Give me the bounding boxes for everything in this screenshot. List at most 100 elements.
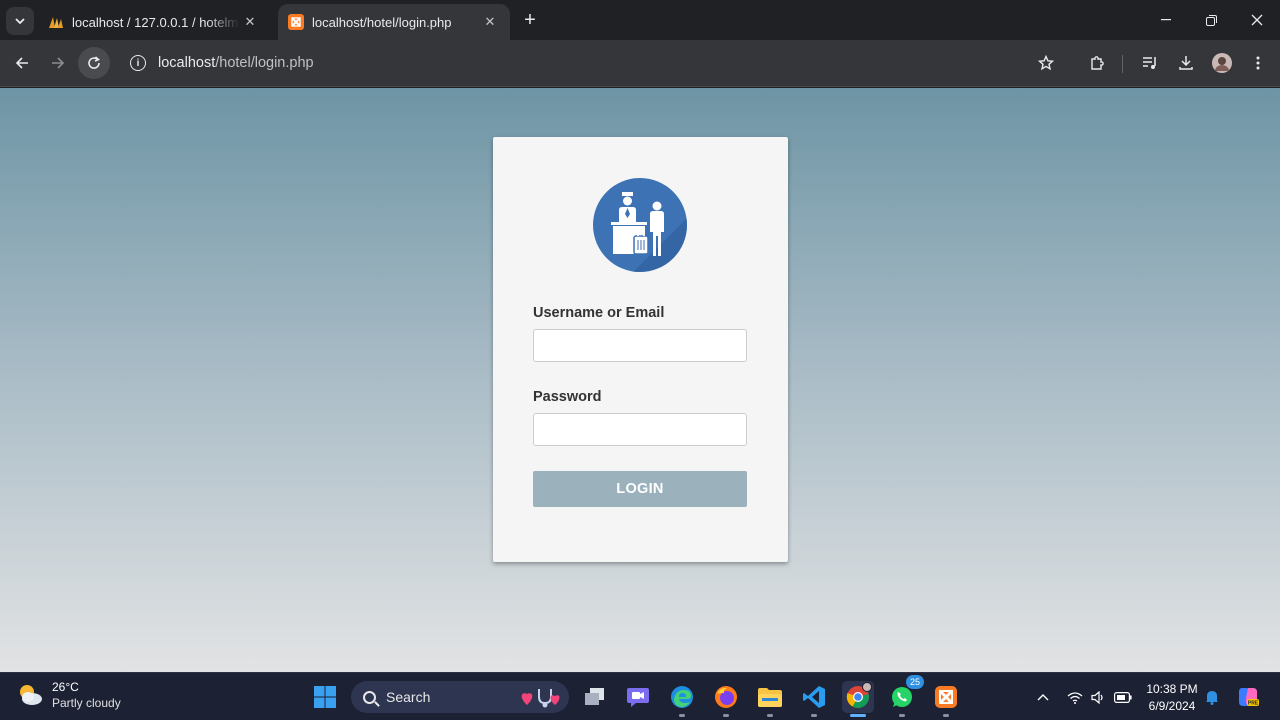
- back-button[interactable]: [6, 47, 38, 79]
- more-vertical-icon: [1256, 56, 1260, 70]
- url-path: /hotel/login.php: [215, 55, 314, 71]
- taskbar-app-chrome[interactable]: [842, 681, 874, 717]
- page-background: Username or Email Password LOGIN: [0, 88, 1280, 672]
- show-hidden-icons-button[interactable]: [1032, 673, 1054, 720]
- weather-widget[interactable]: 26°C Partly cloudy: [16, 679, 121, 711]
- running-indicator: [767, 714, 773, 717]
- queue-music-icon: [1143, 57, 1156, 69]
- minimize-button[interactable]: [1143, 0, 1189, 40]
- svg-text:PRE: PRE: [1248, 701, 1259, 707]
- site-info-icon[interactable]: i: [130, 55, 146, 71]
- password-label: Password: [533, 389, 602, 405]
- wifi-icon: [1067, 691, 1083, 704]
- running-indicator: [899, 714, 905, 717]
- clock-time: 10:38 PM: [1146, 682, 1198, 696]
- notification-badge: 25: [906, 675, 924, 689]
- tab-login[interactable]: localhost/hotel/login.php ✕: [278, 4, 510, 40]
- speaker-icon: [1091, 690, 1103, 704]
- task-view-button[interactable]: [579, 681, 611, 713]
- xampp-favicon-icon: [288, 14, 304, 30]
- network-button[interactable]: [1064, 673, 1086, 720]
- taskbar-app-firefox[interactable]: [710, 681, 742, 717]
- close-tab-icon[interactable]: ✕: [480, 12, 500, 32]
- chrome-menu-button[interactable]: [1242, 47, 1274, 79]
- forward-button[interactable]: [42, 47, 74, 79]
- close-window-button[interactable]: [1234, 0, 1280, 40]
- taskbar-app-whatsapp[interactable]: 25: [886, 675, 924, 717]
- url-host: localhost: [158, 55, 216, 71]
- taskbar-app-vscode[interactable]: [798, 681, 830, 717]
- windows-taskbar: 26°C Partly cloudy Search 25 10:38 PM 6/…: [0, 672, 1280, 720]
- reload-icon: [88, 56, 101, 69]
- media-controls-button[interactable]: [1134, 47, 1166, 79]
- taskbar-app-xampp[interactable]: [930, 681, 962, 717]
- close-icon: [1251, 14, 1263, 26]
- bell-icon: [1206, 691, 1218, 705]
- restore-icon: [1205, 14, 1217, 26]
- running-indicator: [943, 714, 949, 717]
- phpmyadmin-favicon-icon: [48, 14, 64, 30]
- reload-button[interactable]: [78, 47, 110, 79]
- taskbar-app-chat[interactable]: [622, 681, 654, 713]
- taskbar-app-edge[interactable]: [666, 681, 698, 717]
- minimize-icon: [1161, 19, 1171, 21]
- taskbar-search-input[interactable]: Search: [351, 681, 569, 713]
- star-icon: [1038, 55, 1054, 71]
- tab-title: localhost/hotel/login.php: [312, 14, 452, 30]
- folder-icon: [758, 688, 782, 707]
- bookmark-button[interactable]: [1030, 47, 1062, 79]
- battery-icon: [1114, 691, 1132, 703]
- search-icon: [363, 690, 376, 704]
- running-indicator: [850, 714, 866, 717]
- notifications-button[interactable]: [1202, 673, 1222, 720]
- profile-avatar-icon: [862, 682, 872, 692]
- running-indicator: [679, 714, 685, 717]
- tab-strip: localhost / 127.0.0.1 / hotelms / ✕ loca…: [0, 0, 1280, 40]
- username-label: Username or Email: [533, 305, 665, 321]
- copilot-button[interactable]: PRE: [1234, 673, 1262, 720]
- running-indicator: [723, 714, 729, 717]
- task-view-icon: [585, 688, 604, 705]
- running-indicator: [811, 714, 817, 717]
- arrow-right-icon: [52, 57, 65, 69]
- tab-phpmyadmin[interactable]: localhost / 127.0.0.1 / hotelms / ✕: [38, 4, 270, 40]
- chevron-down-icon: [15, 18, 25, 24]
- tab-title: localhost / 127.0.0.1 / hotelms /: [72, 14, 240, 30]
- search-placeholder: Search: [386, 689, 431, 705]
- extensions-button[interactable]: [1081, 47, 1113, 79]
- chevron-up-icon: [1037, 694, 1049, 701]
- tab-search-button[interactable]: [6, 7, 34, 35]
- hotel-reception-logo-icon: [593, 178, 687, 272]
- downloads-button[interactable]: [1170, 47, 1202, 79]
- address-bar[interactable]: i localhost/hotel/login.php: [120, 45, 1120, 81]
- toolbar-divider: [1122, 55, 1123, 73]
- restore-button[interactable]: [1188, 0, 1234, 40]
- new-tab-button[interactable]: +: [518, 8, 542, 32]
- weather-condition: Partly cloudy: [52, 696, 121, 710]
- battery-button[interactable]: [1111, 673, 1135, 720]
- volume-button[interactable]: [1087, 673, 1109, 720]
- login-card: Username or Email Password LOGIN: [493, 137, 788, 562]
- partly-cloudy-icon: [16, 681, 44, 709]
- xampp-icon: [935, 686, 957, 708]
- weather-temperature: 26°C: [52, 680, 79, 694]
- clock-date: 6/9/2024: [1148, 699, 1196, 713]
- copilot-icon: PRE: [1239, 688, 1259, 707]
- puzzle-icon: [1091, 56, 1104, 70]
- avatar: [1212, 53, 1232, 73]
- edge-icon: [671, 686, 693, 708]
- taskbar-app-file-explorer[interactable]: [754, 681, 786, 717]
- browser-toolbar: i localhost/hotel/login.php: [0, 40, 1280, 87]
- vscode-icon: [803, 686, 825, 708]
- username-input[interactable]: [533, 329, 747, 362]
- video-chat-icon: [627, 688, 649, 707]
- firefox-icon: [715, 686, 737, 708]
- windows-logo-icon: [314, 686, 336, 708]
- close-tab-icon[interactable]: ✕: [240, 12, 260, 32]
- system-clock[interactable]: 10:38 PM 6/9/2024: [1140, 681, 1204, 715]
- password-input[interactable]: [533, 413, 747, 446]
- login-button[interactable]: LOGIN: [533, 471, 747, 507]
- start-button[interactable]: [309, 681, 341, 713]
- search-highlight-icon: [519, 685, 563, 712]
- profile-button[interactable]: [1206, 47, 1238, 79]
